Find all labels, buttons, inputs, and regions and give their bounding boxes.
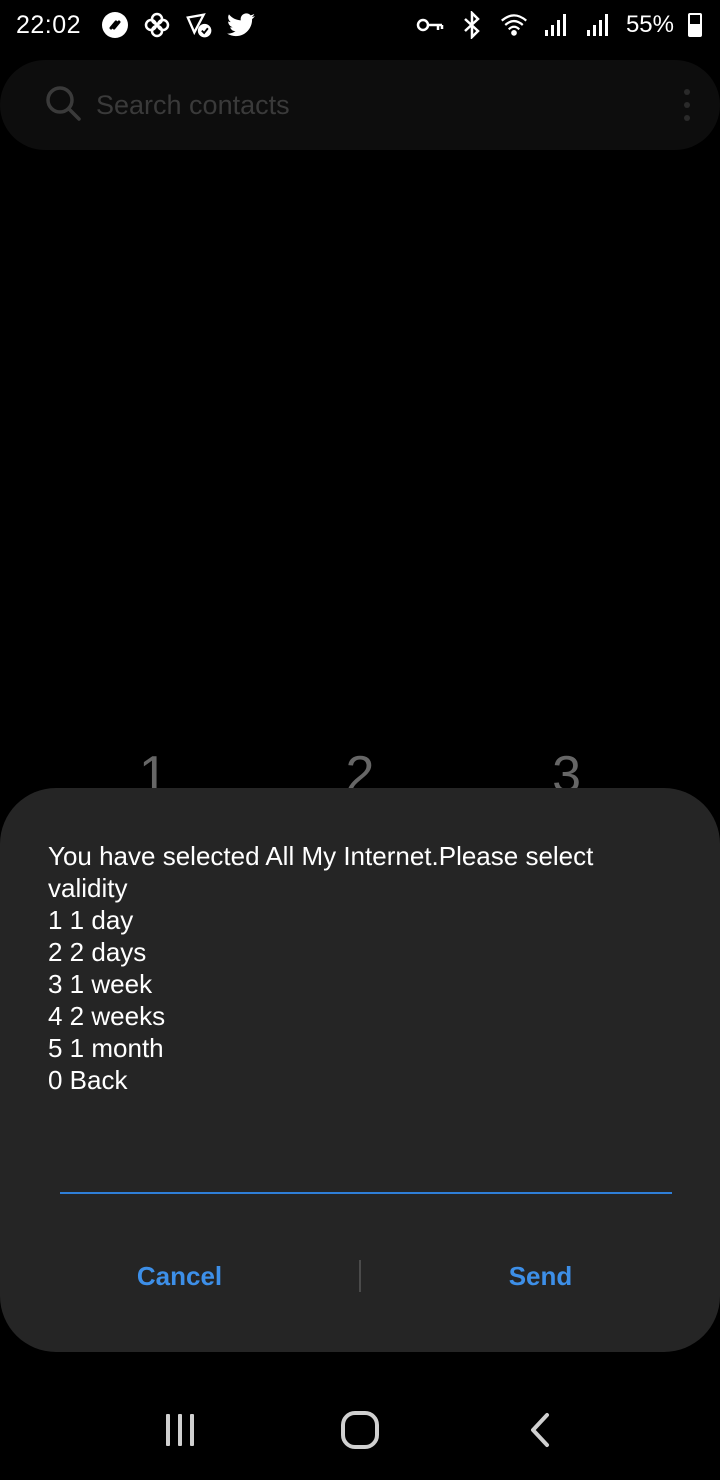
send-button[interactable]: Send [361,1261,720,1292]
ussd-dialog: You have selected All My Internet.Please… [0,788,720,1352]
bluetooth-icon [458,11,486,39]
reply-input[interactable] [60,1158,672,1194]
back-icon[interactable] [510,1400,570,1460]
search-input[interactable]: Search contacts [96,90,684,121]
battery-icon [688,13,702,37]
status-bar: 22:02 55% [0,0,720,50]
signal-icon [584,11,612,39]
wifi-icon [500,11,528,39]
battery-fill [690,24,700,35]
shazam-icon [101,11,129,39]
home-icon[interactable] [330,1400,390,1460]
status-bar-left: 22:02 [16,10,256,40]
dialog-message: You have selected All My Internet.Please… [48,841,594,1095]
clock: 22:02 [16,10,82,39]
search-icon [44,84,82,127]
pinwheel-icon [143,11,171,39]
phone-screen: 22:02 55% Search contacts 1 2 3 You have… [0,0,720,1480]
navigation-bar [0,1380,720,1480]
twitter-icon [227,11,256,39]
battery-percent: 55% [625,11,674,38]
more-options-icon[interactable] [684,89,690,121]
cancel-button[interactable]: Cancel [0,1261,359,1292]
dialog-actions: Cancel Send [0,1244,720,1308]
network-check-icon [185,11,213,39]
recents-icon[interactable] [150,1400,210,1460]
status-bar-right: 55% [416,11,702,39]
signal-icon [542,11,570,39]
search-bar[interactable]: Search contacts [0,60,720,150]
vpn-key-icon [416,11,444,39]
